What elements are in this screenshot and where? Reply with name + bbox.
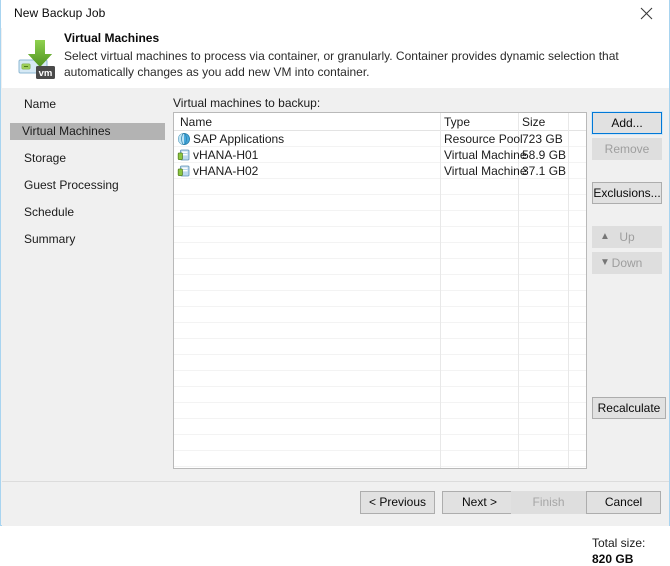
arrow-up-icon: ▲ xyxy=(600,231,610,242)
cell-name: vHANA-H02 xyxy=(193,164,259,178)
vm-list-table[interactable]: Name Type Size SAP Applications Resource Po… xyxy=(173,112,587,469)
up-button-label: Up xyxy=(619,230,635,244)
table-row-separator xyxy=(174,274,586,275)
table-row[interactable]: vHANA-H01 Virtual Machine 58.9 GB xyxy=(174,147,586,163)
column-header-size[interactable]: Size xyxy=(522,115,545,129)
cell-type: Virtual Machine xyxy=(444,164,527,178)
add-button[interactable]: Add... xyxy=(591,111,663,135)
cell-size: 58.9 GB xyxy=(522,148,567,162)
previous-button[interactable]: < Previous xyxy=(360,491,435,514)
sidebar-item-virtual-machines[interactable]: Virtual Machines xyxy=(10,123,165,140)
sidebar-item-schedule[interactable]: Schedule xyxy=(12,204,164,221)
exclusions-button[interactable]: Exclusions... xyxy=(592,182,662,204)
virtual-machine-icon xyxy=(177,148,191,162)
total-size-value: 820 GB xyxy=(592,552,634,566)
cancel-button[interactable]: Cancel xyxy=(586,491,661,514)
vm-download-glyph: vm xyxy=(18,40,55,79)
page-description: Select virtual machines to process via c… xyxy=(64,49,619,79)
main-pane: Virtual machines to backup: Name Type Size… xyxy=(167,88,669,566)
dialog-footer: < Previous Next > Finish Cancel xyxy=(2,481,669,526)
sidebar-item-storage[interactable]: Storage xyxy=(12,150,164,167)
cell-size: 37.1 GB xyxy=(522,164,567,178)
column-header-name[interactable]: Name xyxy=(180,115,212,129)
total-size-label: Total size: xyxy=(592,536,646,550)
dialog-body: Name Virtual Machines Storage Guest Process… xyxy=(2,88,669,566)
table-row-separator xyxy=(174,450,586,451)
table-row[interactable]: vHANA-H02 Virtual Machine 37.1 GB xyxy=(174,163,586,179)
table-row-separator xyxy=(174,290,586,291)
sidebar-item-name[interactable]: Name xyxy=(12,96,164,113)
recalculate-button[interactable]: Recalculate xyxy=(592,397,666,419)
table-row-separator xyxy=(174,242,586,243)
cell-size: 723 GB xyxy=(522,132,563,146)
table-row-separator xyxy=(174,418,586,419)
virtual-machine-icon xyxy=(177,164,191,178)
table-row-separator xyxy=(174,322,586,323)
window-title: New Backup Job xyxy=(14,6,106,20)
sidebar-item-guest-processing[interactable]: Guest Processing xyxy=(12,177,164,194)
table-header-row: Name Type Size xyxy=(174,113,586,131)
vm-download-icon: vm xyxy=(16,36,62,82)
resource-pool-icon xyxy=(177,132,191,146)
table-row-separator xyxy=(174,306,586,307)
list-label: Virtual machines to backup: xyxy=(173,96,321,110)
wizard-steps-sidebar: Name Virtual Machines Storage Guest Process… xyxy=(2,88,167,481)
table-row-separator xyxy=(174,210,586,211)
column-header-type[interactable]: Type xyxy=(444,115,470,129)
dialog-header: vm Virtual Machines Select virtual machi… xyxy=(2,27,669,89)
table-row-separator xyxy=(174,226,586,227)
table-row-separator xyxy=(174,466,586,467)
table-row[interactable]: SAP Applications Resource Pool 723 GB xyxy=(174,131,586,147)
title-bar: New Backup Job xyxy=(1,0,669,28)
table-row-separator xyxy=(174,354,586,355)
next-button[interactable]: Next > xyxy=(442,491,517,514)
close-icon[interactable] xyxy=(624,0,669,26)
up-button: ▲ Up xyxy=(592,226,662,248)
cell-type: Resource Pool xyxy=(444,132,523,146)
table-row-separator xyxy=(174,434,586,435)
cell-name: SAP Applications xyxy=(193,132,285,146)
cell-type: Virtual Machine xyxy=(444,148,527,162)
down-button-label: Down xyxy=(611,256,643,270)
table-row-separator xyxy=(174,194,586,195)
arrow-down-icon: ▼ xyxy=(600,257,610,268)
table-row-separator xyxy=(174,338,586,339)
sidebar-item-summary[interactable]: Summary xyxy=(12,231,164,248)
table-row-separator xyxy=(174,402,586,403)
remove-button: Remove xyxy=(592,138,662,160)
page-title: Virtual Machines xyxy=(64,31,160,45)
new-backup-job-dialog: New Backup Job vm Virtual Machines Selec… xyxy=(0,0,670,566)
down-button: ▼ Down xyxy=(592,252,662,274)
table-row-separator xyxy=(174,386,586,387)
finish-button: Finish xyxy=(511,491,586,514)
svg-text:vm: vm xyxy=(39,68,53,79)
table-row-separator xyxy=(174,258,586,259)
table-row-separator xyxy=(174,370,586,371)
cell-name: vHANA-H01 xyxy=(193,148,259,162)
close-glyph xyxy=(640,7,653,19)
